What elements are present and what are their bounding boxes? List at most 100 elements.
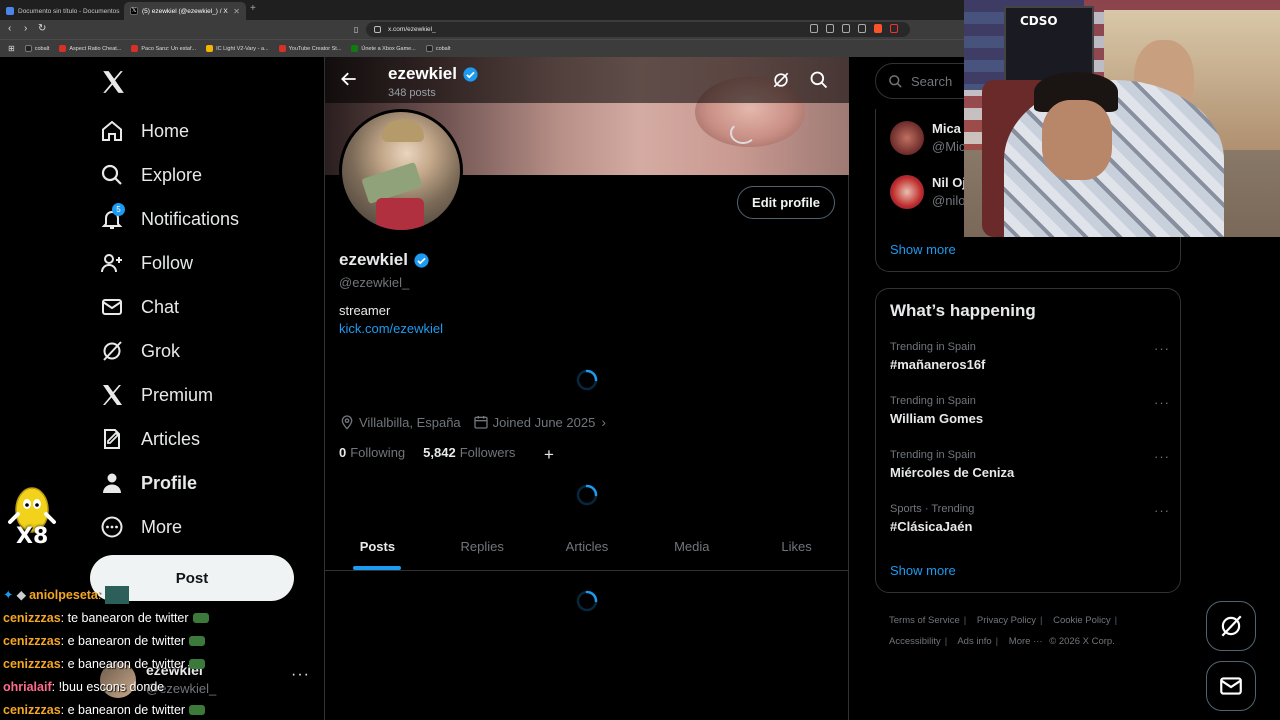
more-link[interactable]: More ··· (1009, 636, 1043, 647)
profile-stats: 0 Following 5,842 Followers (339, 445, 515, 460)
bookmark-item[interactable]: IC Light V2-Vary - a... (206, 45, 269, 52)
messages-button[interactable] (1206, 661, 1256, 711)
verified-badge-icon[interactable] (413, 252, 430, 269)
more-options-icon[interactable]: ··· (1154, 395, 1170, 410)
nav-articles[interactable]: Articles (100, 424, 200, 454)
more-options-icon[interactable]: ··· (1154, 341, 1170, 356)
search-icon[interactable] (809, 70, 829, 90)
trend-item[interactable]: Trending in Spain Miércoles de Ceniza ··… (890, 449, 1170, 489)
trend-item[interactable]: Sports · Trending #ClásicaJaén ··· (890, 503, 1170, 543)
more-options-icon[interactable]: ··· (1154, 449, 1170, 464)
chat-text: e banearon de twitter (67, 656, 186, 671)
translate-icon[interactable] (810, 24, 818, 33)
chat-message: cenizzzas: e banearon de twitter (3, 629, 323, 652)
profile-link[interactable]: kick.com/ezewkiel (339, 321, 443, 336)
plus-icon[interactable]: + (544, 445, 554, 465)
bookmark-item[interactable]: Únete a Xbox Game... (351, 45, 416, 52)
browser-tab-x[interactable]: 𝕏 (5) ezewkiel (@ezewkiel_) / X ✕ (124, 2, 246, 20)
show-more-link[interactable]: Show more (890, 242, 956, 257)
chat-image (105, 585, 130, 604)
nav-explore[interactable]: Explore (100, 160, 202, 190)
trend-item[interactable]: Trending in Spain #mañaneros16f ··· (890, 341, 1170, 381)
bookmark-item[interactable]: Paco Sanz: Un estaf... (131, 45, 196, 52)
avatar (890, 121, 924, 155)
ads-info-link[interactable]: Ads info (957, 636, 991, 647)
nav-grok[interactable]: Grok (100, 336, 180, 366)
followers-label: Followers (459, 445, 516, 460)
grok-icon[interactable] (771, 70, 791, 90)
followers-link[interactable]: 5,842 Followers (423, 445, 515, 460)
share-icon[interactable] (858, 24, 866, 33)
more-options-icon[interactable]: ··· (1154, 503, 1170, 518)
nav-home[interactable]: Home (100, 116, 189, 146)
bookmark-item[interactable]: cobalt (24, 45, 49, 52)
following-link[interactable]: 0 Following (339, 445, 405, 460)
nav-chat[interactable]: Chat (100, 292, 179, 322)
chat-message: ohrialaif: !buu escons donde (3, 679, 165, 694)
brave-shield-icon[interactable] (874, 24, 882, 33)
zoom-icon[interactable] (826, 24, 834, 33)
trend-item[interactable]: Trending in Spain William Gomes ··· (890, 395, 1170, 435)
chevron-right-icon[interactable]: › (601, 414, 606, 430)
terms-link[interactable]: Terms of Service (889, 615, 960, 626)
tab-articles[interactable]: Articles (535, 523, 640, 570)
show-more-link[interactable]: Show more (890, 563, 956, 578)
chat-message: ✦ ◆ aniolpeseta: (3, 583, 323, 606)
footer-links: Terms of Service | Privacy Policy | Cookie… (889, 615, 1118, 647)
nav-profile[interactable]: Profile (100, 468, 197, 498)
webcam-streamer-face (1042, 100, 1112, 180)
new-tab-icon[interactable]: + (250, 3, 256, 14)
bookmark-item[interactable]: cobalt (425, 45, 451, 52)
edit-profile-button[interactable]: Edit profile (737, 186, 835, 219)
back-arrow-icon[interactable] (339, 69, 359, 89)
install-icon[interactable] (842, 24, 850, 33)
chat-text: e banearon de twitter (67, 633, 186, 648)
close-tab-icon[interactable]: ✕ (229, 7, 240, 16)
rewards-icon[interactable] (890, 24, 898, 33)
profile-joined[interactable]: Joined June 2025 (493, 415, 596, 430)
mail-icon (100, 295, 124, 319)
close-tab-icon[interactable]: ✕ (120, 7, 122, 16)
site-info-icon[interactable] (374, 26, 381, 33)
profile-name: ezewkiel (339, 250, 430, 270)
accessibility-link[interactable]: Accessibility (889, 636, 941, 647)
nav-label: Premium (141, 384, 214, 405)
nav-label: Follow (141, 252, 194, 273)
chat-emote-icon (189, 635, 206, 646)
nav-notifications[interactable]: 5 Notifications (100, 203, 239, 234)
back-arrow-icon[interactable]: ‹ (8, 23, 11, 34)
tab-media[interactable]: Media (639, 523, 744, 570)
bookmark-item[interactable]: YouTube Creator St... (278, 45, 341, 52)
verified-badge-icon (462, 66, 479, 83)
suggested-account[interactable]: Mica @Mic (890, 121, 965, 161)
trend-name: William Gomes (890, 411, 984, 426)
bookmark-item[interactable]: Aspect Ratio Cheat... (59, 45, 121, 52)
tab-posts[interactable]: Posts (325, 523, 430, 570)
trend-context: Trending in Spain (890, 449, 976, 461)
browser-tab-docs[interactable]: Documento sin título - Documentos ✕ (0, 2, 122, 20)
forward-arrow-icon[interactable]: › (24, 23, 27, 34)
home-icon (100, 119, 124, 143)
profile-header-bar: ezewkiel 348 posts (325, 57, 849, 103)
more-icon (100, 515, 124, 539)
reload-icon[interactable]: ↻ (38, 23, 46, 34)
apps-grid-icon[interactable]: ⊞ (8, 44, 15, 53)
privacy-link[interactable]: Privacy Policy (977, 615, 1036, 626)
trending-title: What’s happening (890, 301, 1036, 320)
nav-follow[interactable]: Follow (100, 248, 193, 278)
x-logo-icon[interactable] (100, 69, 126, 95)
cookie-link[interactable]: Cookie Policy (1053, 615, 1111, 626)
nav-more[interactable]: More (100, 512, 182, 542)
header-name-text: ezewkiel (388, 64, 457, 83)
grok-button[interactable] (1206, 601, 1256, 651)
chat-message: cenizzzas: e banearon de twitter (3, 698, 323, 720)
nav-premium[interactable]: Premium (100, 380, 213, 410)
suggested-account[interactable]: Nil Oj @nilo (890, 175, 966, 215)
tab-likes[interactable]: Likes (744, 523, 849, 570)
search-placeholder: Search (911, 73, 953, 89)
profile-avatar[interactable] (339, 109, 463, 233)
chat-user: cenizzzas (3, 702, 61, 717)
bookmark-icon[interactable]: ▯ (354, 25, 358, 34)
tab-replies[interactable]: Replies (430, 523, 535, 570)
person-icon (100, 471, 124, 495)
